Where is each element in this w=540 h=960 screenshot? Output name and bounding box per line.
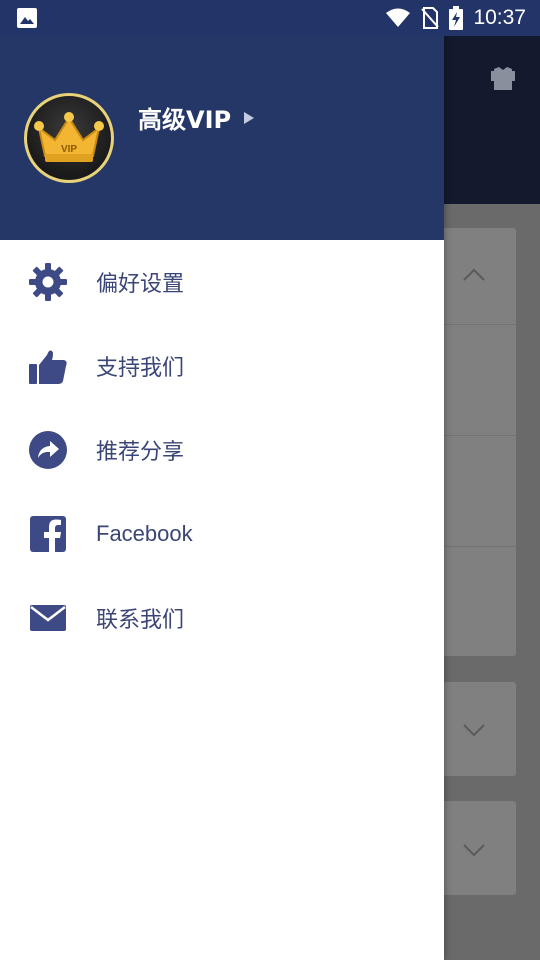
menu-item-preferences[interactable]: 偏好设置 xyxy=(0,240,444,324)
menu-item-support[interactable]: 支持我们 xyxy=(0,324,444,408)
status-time: 10:37 xyxy=(473,6,526,29)
crown-icon: VIP xyxy=(34,112,104,162)
no-sim-icon xyxy=(421,7,440,29)
status-bar: 10:37 xyxy=(0,0,540,36)
battery-charging-icon xyxy=(449,6,464,30)
menu-label-support: 支持我们 xyxy=(96,356,185,381)
arrow-right-icon xyxy=(244,111,255,124)
navigation-drawer: VIP 高级VIP 偏好设置 支持我们 推荐分享 Facebook 联系我们 xyxy=(0,0,444,960)
thumbs-up-icon xyxy=(28,346,68,386)
menu-item-contact[interactable]: 联系我们 xyxy=(0,576,444,660)
gear-icon xyxy=(28,262,68,302)
chevron-up-icon xyxy=(463,268,485,281)
menu-label-facebook: Facebook xyxy=(96,521,193,546)
vip-title-row[interactable]: 高级VIP xyxy=(138,100,255,135)
wifi-icon xyxy=(386,8,411,27)
menu-label-preferences: 偏好设置 xyxy=(96,272,185,297)
shirt-icon xyxy=(491,67,515,90)
crown-vip-text: VIP xyxy=(61,144,77,155)
drawer-menu: 偏好设置 支持我们 推荐分享 Facebook 联系我们 xyxy=(0,240,444,660)
vip-title: 高级VIP xyxy=(138,106,232,134)
mail-icon xyxy=(28,598,68,638)
share-icon xyxy=(28,430,68,470)
chevron-down-icon xyxy=(463,844,485,857)
image-notification-icon xyxy=(17,8,37,28)
menu-item-facebook[interactable]: Facebook xyxy=(0,492,444,576)
menu-label-share: 推荐分享 xyxy=(96,440,185,465)
menu-label-contact: 联系我们 xyxy=(96,608,185,633)
vip-avatar[interactable]: VIP xyxy=(24,93,114,183)
drawer-header: VIP 高级VIP xyxy=(0,36,444,240)
chevron-down-icon xyxy=(463,724,485,737)
facebook-icon xyxy=(28,514,68,554)
menu-item-share[interactable]: 推荐分享 xyxy=(0,408,444,492)
